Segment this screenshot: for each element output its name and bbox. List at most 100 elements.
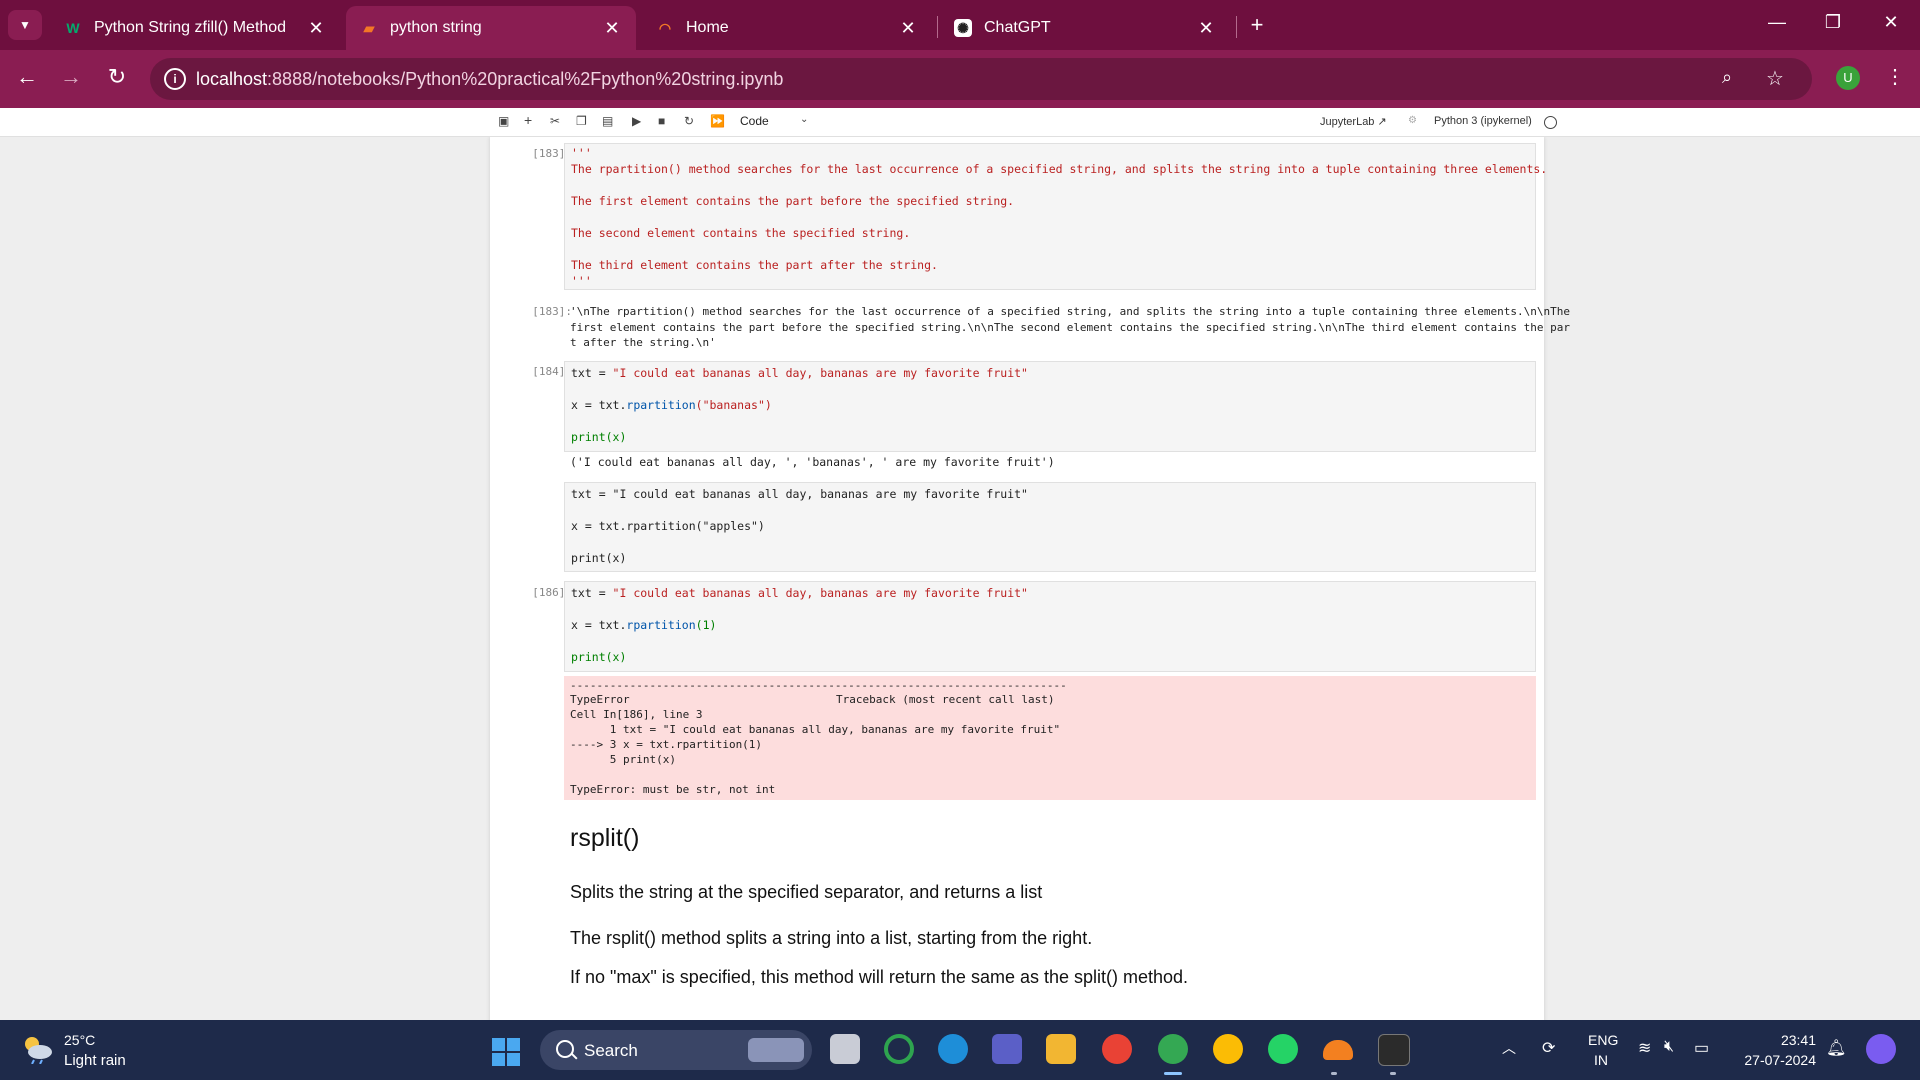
home-spinner-icon: ◠ [658, 19, 672, 36]
code-line: The rpartition() method searches for the… [571, 162, 1548, 176]
windows-logo-icon [492, 1038, 505, 1051]
code-cell-184[interactable]: txt = "I could eat bananas all day, bana… [564, 361, 1536, 452]
save-icon[interactable]: ▣ [498, 114, 509, 128]
weather-temperature[interactable]: 25°C [64, 1032, 95, 1048]
error-rule: ----------------------------------------… [570, 679, 1067, 692]
tab-title: Python String zfill() Method [94, 19, 287, 36]
cloud-app-icon[interactable] [1323, 1040, 1353, 1060]
new-tab-button[interactable]: + [1244, 12, 1270, 38]
file-explorer-icon[interactable] [1046, 1034, 1076, 1064]
notification-bell-icon[interactable]: 🔔︎ [1826, 1038, 1846, 1058]
browser-menu-icon[interactable]: ⋮ [1880, 64, 1910, 89]
profile-avatar[interactable]: U [1836, 66, 1860, 90]
clock-date[interactable]: 27-07-2024 [1738, 1052, 1816, 1068]
forward-button[interactable]: → [56, 64, 86, 90]
tab-title: ChatGPT [984, 19, 1051, 36]
address-bar[interactable]: i localhost:8888/notebooks/Python%20prac… [150, 58, 1812, 100]
tab-divider [937, 16, 938, 38]
running-app-indicator [1390, 1072, 1396, 1075]
restore-button[interactable]: ❐ [1818, 12, 1848, 33]
close-icon[interactable]: ✕ [898, 18, 918, 39]
markdown-paragraph: The rsplit() method splits a string into… [570, 928, 1093, 948]
bookmark-star-icon[interactable]: ☆ [1766, 66, 1784, 91]
tab-chatgpt[interactable]: ✺ ChatGPT ✕ [940, 6, 1230, 50]
restart-icon[interactable]: ↻ [684, 114, 694, 128]
teams-icon[interactable] [992, 1034, 1022, 1064]
fast-forward-icon[interactable]: ⏩ [710, 114, 725, 128]
tab-zfill[interactable]: W Python String zfill() Method ✕ [50, 6, 340, 50]
search-label: Search [584, 1041, 638, 1060]
close-icon[interactable]: ✕ [306, 18, 326, 39]
code-cell-185[interactable]: txt = "I could eat bananas all day, bana… [564, 482, 1536, 572]
close-window-button[interactable]: ✕ [1876, 12, 1906, 33]
edge-icon[interactable] [938, 1034, 968, 1064]
chrome-alt-icon[interactable] [1213, 1034, 1243, 1064]
running-app-indicator [1331, 1072, 1337, 1075]
active-app-indicator [1164, 1072, 1182, 1075]
rain-cloud-icon[interactable] [20, 1034, 54, 1064]
whatsapp-icon[interactable] [1268, 1034, 1298, 1064]
chevron-down-icon: ▼ [19, 18, 31, 32]
tab-search-button[interactable]: ▼ [8, 10, 42, 40]
code-cell-186[interactable]: txt = "I could eat bananas all day, bana… [564, 581, 1536, 672]
notebook-sheet: [183]: ''' The rpartition() method searc… [490, 137, 1570, 1020]
traceback-line: 5 print(x) [570, 753, 676, 766]
minimize-button[interactable]: — [1762, 12, 1792, 33]
cell-type-select[interactable]: Code [740, 114, 769, 128]
browser-toolbar: ← → ↻ i localhost:8888/notebooks/Python%… [0, 50, 1920, 108]
cell-prompt: [183]: [532, 147, 572, 160]
error-output: ----------------------------------------… [564, 676, 1536, 800]
code-line: x = txt.rpartition("apples") [571, 519, 765, 533]
browser-tab-strip: ▼ W Python String zfill() Method ✕ ▰ pyt… [0, 0, 1920, 50]
sync-icon[interactable]: ⟳ [1542, 1038, 1555, 1058]
language-indicator[interactable]: ENG [1588, 1032, 1618, 1048]
taskbar: 25°C Light rain Search ︿ ⟳ ENG IN ≋ 🔇︎ ▭… [0, 1020, 1920, 1080]
region-indicator[interactable]: IN [1594, 1052, 1608, 1068]
cut-icon[interactable]: ✂ [550, 114, 560, 128]
zoom-icon[interactable]: ⌕ [1722, 67, 1732, 88]
traceback-cell: Cell In[186], line 3 [570, 708, 703, 721]
chrome-profile-icon[interactable] [1158, 1034, 1188, 1064]
notebook-icon: ▰ [363, 19, 375, 36]
kernel-status-icon [1544, 116, 1557, 129]
start-button[interactable] [492, 1038, 520, 1066]
code-cell-183[interactable]: ''' The rpartition() method searches for… [564, 143, 1547, 290]
jupyterlab-link[interactable]: JupyterLab ↗ [1320, 115, 1387, 128]
settings-gear-icon[interactable]: ⚙ [1408, 115, 1417, 126]
tab-home[interactable]: ◠ Home ✕ [642, 6, 932, 50]
stop-icon[interactable]: ■ [658, 114, 665, 128]
chrome-icon[interactable] [1102, 1034, 1132, 1064]
windows-logo-icon [492, 1053, 505, 1066]
copilot-icon[interactable] [1866, 1034, 1896, 1064]
code-line: The first element contains the part befo… [571, 194, 1015, 208]
battery-icon[interactable]: ▭ [1694, 1038, 1709, 1058]
task-view-icon[interactable] [830, 1034, 860, 1064]
tab-python-string[interactable]: ▰ python string ✕ [346, 6, 636, 50]
output-line: ('I could eat bananas all day, ', 'banan… [570, 455, 1055, 469]
wifi-icon[interactable]: ≋ [1638, 1038, 1651, 1058]
paste-icon[interactable]: ▤ [602, 114, 613, 128]
close-icon[interactable]: ✕ [1196, 18, 1216, 39]
output-line: first element contains the part before t… [570, 321, 1571, 334]
close-icon[interactable]: ✕ [602, 18, 622, 39]
notebook-toolbar: ▣ + ✂ ❐ ▤ ▶ ■ ↻ ⏩ Code ⌄ JupyterLab ↗ ⚙ … [0, 108, 1920, 137]
kernel-name[interactable]: Python 3 (ipykernel) [1434, 115, 1532, 127]
copy-icon[interactable]: ❐ [576, 114, 587, 128]
clock-time[interactable]: 23:41 [1776, 1032, 1816, 1048]
chatgpt-icon: ✺ [954, 19, 972, 37]
app-ring-icon[interactable] [884, 1034, 914, 1064]
taskbar-search[interactable]: Search [540, 1030, 812, 1070]
back-button[interactable]: ← [12, 64, 42, 90]
chevron-up-icon[interactable]: ︿ [1502, 1038, 1516, 1058]
code-line: txt = "I could eat bananas all day, bana… [571, 586, 1028, 600]
site-info-icon[interactable]: i [164, 68, 186, 90]
reload-button[interactable]: ↻ [102, 64, 132, 90]
insert-cell-icon[interactable]: + [524, 112, 532, 128]
terminal-icon[interactable] [1378, 1034, 1410, 1066]
url-text[interactable]: localhost:8888/notebooks/Python%20practi… [196, 69, 783, 90]
speaker-muted-icon[interactable]: 🔇︎ [1664, 1038, 1674, 1056]
notebook-area: [183]: ''' The rpartition() method searc… [0, 137, 1920, 1020]
weather-description[interactable]: Light rain [64, 1052, 126, 1069]
chevron-down-icon[interactable]: ⌄ [800, 114, 808, 125]
run-icon[interactable]: ▶ [632, 114, 641, 128]
